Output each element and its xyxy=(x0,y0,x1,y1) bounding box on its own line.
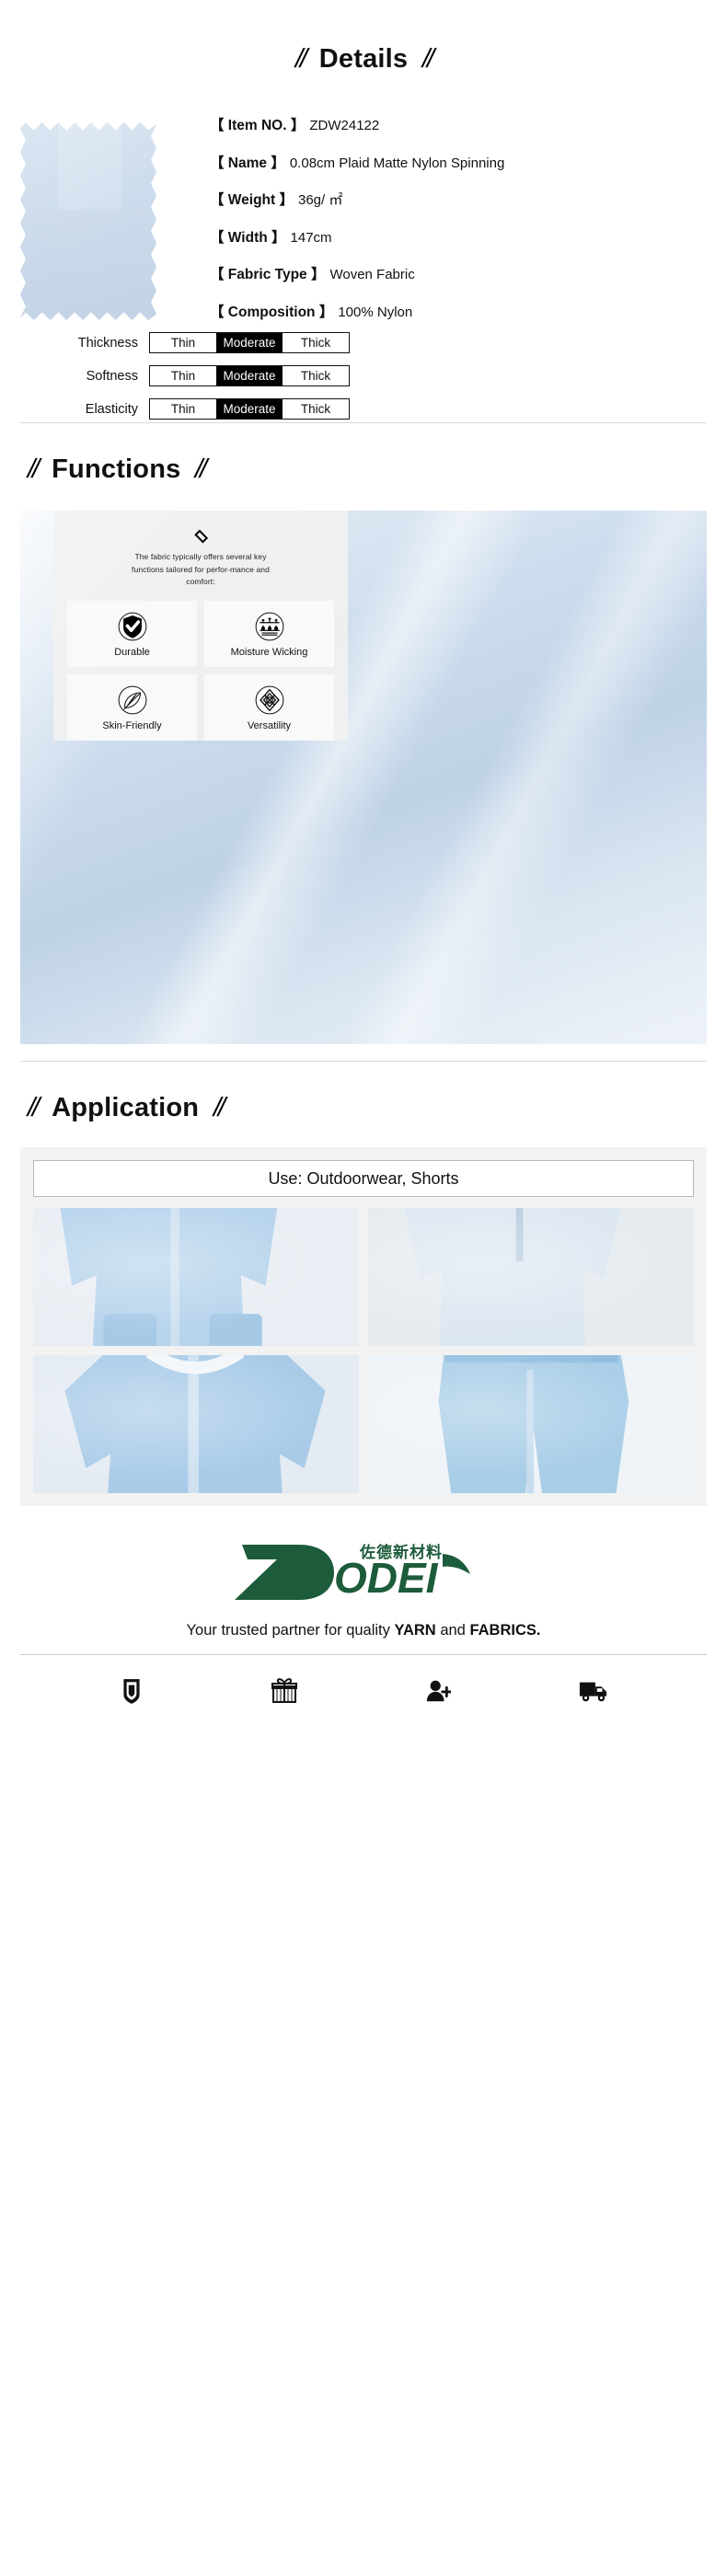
tagline-mid: and xyxy=(435,1622,470,1639)
spec-row-composition: 【 Composition 】 100% Nylon xyxy=(210,305,504,320)
rating-option-thick: Thick xyxy=(283,333,349,352)
jacket-illustration xyxy=(33,1208,359,1346)
slash-left-icon: // xyxy=(292,44,308,74)
tagline-fabrics: FABRICS. xyxy=(469,1622,541,1639)
footer-icon-row xyxy=(0,1655,727,1732)
rating-label: Softness xyxy=(86,368,138,384)
spec-row-item-no: 【 Item NO. 】 ZDW24122 xyxy=(210,119,504,133)
spec-label: 【 Item NO. 】 xyxy=(210,118,306,133)
spec-row-weight: 【 Weight 】 36g/ ㎡ xyxy=(210,193,504,208)
knot-icon xyxy=(255,685,283,714)
rating-option-thick: Thick xyxy=(283,399,349,419)
rating-option-moderate: Moderate xyxy=(216,333,283,352)
rating-option-thick: Thick xyxy=(283,366,349,385)
add-user-icon[interactable] xyxy=(425,1677,451,1705)
spec-list: 【 Item NO. 】 ZDW24122 【 Name 】 0.08cm Plai… xyxy=(210,119,504,342)
functions-section-heading: // Functions // xyxy=(25,454,727,485)
spec-row-width: 【 Width 】 147cm xyxy=(210,229,504,246)
spec-row-name: 【 Name 】 0.08cm Plaid Matte Nylon Spinnin… xyxy=(210,155,505,171)
rating-scale: Thin Moderate Thick xyxy=(149,332,350,353)
slash-left-icon: // xyxy=(24,1093,40,1122)
spec-value: 100% Nylon xyxy=(338,304,413,320)
fabric-swatch-image xyxy=(20,122,156,320)
swatch-fold-top xyxy=(58,122,121,212)
slash-left-icon: // xyxy=(24,454,40,484)
slash-right-icon: // xyxy=(419,44,435,74)
rating-row-elasticity: Elasticity Thin Moderate Thick xyxy=(74,398,350,420)
functions-background-image: The fabric typically offers several key … xyxy=(20,511,707,1044)
function-card-label: Moisture Wicking xyxy=(230,646,308,658)
truck-icon[interactable] xyxy=(579,1677,608,1705)
application-section-heading: // Application // xyxy=(25,1093,727,1123)
function-card-label: Versatility xyxy=(247,719,292,731)
function-card-durable[interactable]: Durable xyxy=(67,601,197,667)
rating-label: Thickness xyxy=(77,335,138,351)
functions-panel: The fabric typically offers several key … xyxy=(53,511,348,741)
function-card-skin-friendly[interactable]: Skin-Friendly xyxy=(67,674,197,741)
function-card-label: Skin-Friendly xyxy=(102,719,162,731)
details-section-heading: // Details // xyxy=(0,44,727,75)
functions-card-grid: Durable Moisture Wicking Skin-Friendly V… xyxy=(67,601,334,741)
application-photo-outdoorwear-set[interactable] xyxy=(33,1208,359,1346)
spec-label: 【 Name 】 xyxy=(210,155,285,171)
feather-icon xyxy=(118,685,146,714)
spec-value: 0.08cm Plaid Matte Nylon Spinning xyxy=(289,155,505,171)
function-card-moisture-wicking[interactable]: Moisture Wicking xyxy=(204,601,334,667)
moisture-wicking-icon xyxy=(255,612,283,640)
shield-check-icon xyxy=(118,612,146,640)
functions-title: Functions xyxy=(52,454,181,484)
rating-label: Elasticity xyxy=(85,401,138,417)
rating-row-thickness: Thickness Thin Moderate Thick xyxy=(74,332,350,353)
spec-value: Woven Fabric xyxy=(329,267,415,282)
tagline-pre: Your trusted partner for quality xyxy=(186,1622,395,1639)
diamond-icon xyxy=(193,529,208,544)
application-title: Application xyxy=(52,1093,200,1122)
rating-row-softness: Softness Thin Moderate Thick xyxy=(74,365,350,386)
function-card-versatility[interactable]: Versatility xyxy=(204,674,334,741)
shield-icon[interactable] xyxy=(120,1677,144,1705)
property-rating-table: Thickness Thin Moderate Thick Softness T… xyxy=(74,332,350,431)
tagline-yarn: YARN xyxy=(394,1622,436,1639)
footer-tagline: Your trusted partner for quality YARN an… xyxy=(0,1622,727,1639)
rating-option-moderate: Moderate xyxy=(216,366,283,385)
slash-right-icon: // xyxy=(192,454,209,484)
rating-option-moderate: Moderate xyxy=(216,399,283,419)
application-photo-hooded-jacket[interactable] xyxy=(33,1355,359,1493)
application-photo-half-zip[interactable] xyxy=(368,1208,694,1346)
spec-label: 【 Weight 】 xyxy=(210,192,294,208)
hooded-jacket-illustration xyxy=(33,1355,359,1493)
rating-scale: Thin Moderate Thick xyxy=(149,398,350,420)
shorts-illustration xyxy=(368,1355,694,1493)
spec-label: 【 Fabric Type 】 xyxy=(210,267,326,282)
spec-value: ZDW24122 xyxy=(309,118,380,133)
function-card-label: Durable xyxy=(114,646,150,658)
application-gallery: Use: Outdoorwear, Shorts xyxy=(20,1147,707,1506)
spec-label: 【 Composition 】 xyxy=(210,304,334,320)
rating-option-thin: Thin xyxy=(150,399,216,419)
slash-right-icon: // xyxy=(210,1093,226,1122)
svg-text:佐德新材料: 佐德新材料 xyxy=(359,1543,443,1561)
rating-option-thin: Thin xyxy=(150,333,216,352)
application-photo-grid xyxy=(33,1208,694,1493)
functions-intro-text: The fabric typically offers several key … xyxy=(132,552,270,586)
spec-value: 147cm xyxy=(290,229,332,246)
details-content: 【 Item NO. 】 ZDW24122 【 Name 】 0.08cm Plai… xyxy=(0,102,727,420)
zoder-logo-icon: ODEI 佐德新材料 xyxy=(235,1543,470,1602)
half-zip-illustration xyxy=(368,1208,694,1346)
use-banner: Use: Outdoorwear, Shorts xyxy=(33,1160,694,1197)
application-photo-shorts[interactable] xyxy=(368,1355,694,1493)
page-title: Details xyxy=(318,44,409,74)
spec-value: 36g/ ㎡ xyxy=(298,192,343,208)
rating-option-thin: Thin xyxy=(150,366,216,385)
page-footer: ODEI 佐德新材料 Your trusted partner for qual… xyxy=(0,1537,727,1732)
rating-scale: Thin Moderate Thick xyxy=(149,365,350,386)
brand-logo: ODEI 佐德新材料 xyxy=(0,1537,727,1605)
swatch-fold-bottom xyxy=(20,209,156,320)
spec-label: 【 Width 】 xyxy=(210,229,286,246)
section-divider-2 xyxy=(20,1061,707,1062)
gift-icon[interactable] xyxy=(271,1677,297,1705)
spec-row-fabric-type: 【 Fabric Type 】 Woven Fabric xyxy=(210,268,504,282)
